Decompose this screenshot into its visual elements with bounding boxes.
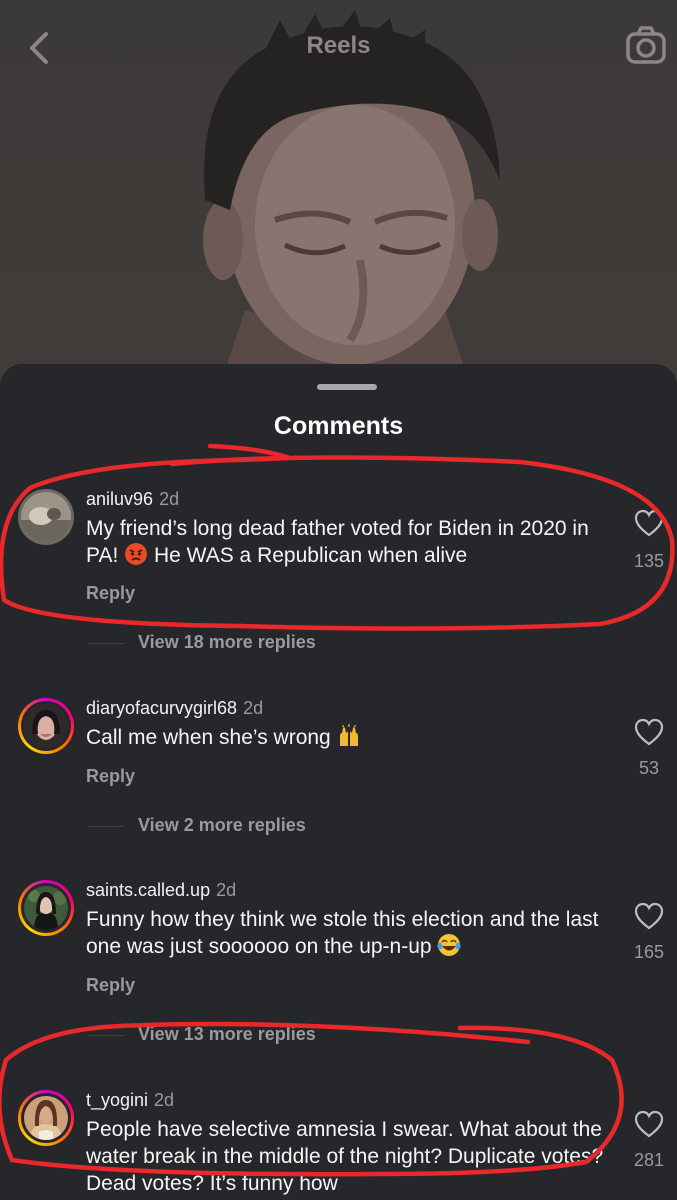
raising-hands-icon [339,724,358,746]
comment-text-part: Funny how they think we stole this elect… [86,908,599,958]
reel-video[interactable]: Reels [0,0,677,380]
avatar-ring-gap [21,883,71,933]
comment-text-part: Call me when she’s wrong [86,726,331,749]
avatar[interactable] [18,1090,74,1146]
comment-age: 2d [243,698,264,718]
reply-button[interactable]: Reply [86,766,135,787]
reels-top-bar: Reels [0,0,677,96]
view-more-replies[interactable]: View 18 more replies [138,632,316,653]
avatar[interactable] [18,489,74,545]
avatar[interactable] [18,698,74,754]
comment-text: People have selective amnesia I swear. W… [86,1116,606,1197]
heart-icon[interactable] [634,718,664,746]
comment-username[interactable]: diaryofacurvygirl68 [86,698,237,718]
reply-button[interactable]: Reply [86,583,135,604]
avatar-ring-gap [21,701,71,751]
avatar[interactable] [18,880,74,936]
comment-text: Call me when she’s wrong [86,724,606,751]
avatar-image [24,704,68,748]
avatar-image [24,886,68,930]
comment-meta: saints.called.up 2d [86,880,236,901]
comment-text-part: He WAS a Republican when alive [153,544,468,567]
comment-age: 2d [159,489,180,509]
reply-button[interactable]: Reply [86,975,135,996]
avatar-image [21,492,71,542]
comment-username[interactable]: aniluv96 [86,489,153,509]
laughing-tears-icon [437,934,461,956]
comments-sheet: Comments aniluv96 2d My friend’s long dea… [0,364,677,1200]
sheet-title: Comments [273,412,404,440]
comment-meta: t_yogini 2d [86,1090,174,1111]
comment-text: My friend’s long dead father voted for B… [86,515,606,569]
comment-text: Funny how they think we stole this elect… [86,906,606,960]
replies-divider [88,1035,124,1036]
like-count: 165 [633,942,665,962]
avatar-image [24,1096,68,1140]
replies-divider [88,826,124,827]
avatar-ring-gap [21,1093,71,1143]
page-title: Reels [306,32,371,59]
angry-face-icon [125,543,148,565]
like-count: 281 [633,1150,665,1170]
comment-age: 2d [154,1090,175,1110]
heart-icon[interactable] [634,1110,664,1138]
comment-username[interactable]: saints.called.up [86,880,210,900]
like-count: 135 [633,551,665,571]
heart-icon[interactable] [634,509,664,537]
heart-icon[interactable] [634,902,664,930]
replies-divider [88,643,124,644]
comment-meta: aniluv96 2d [86,489,179,510]
like-count: 53 [638,758,660,778]
comment-meta: diaryofacurvygirl68 2d [86,698,263,719]
view-more-replies[interactable]: View 13 more replies [138,1024,316,1045]
comment-age: 2d [216,880,237,900]
sheet-grabber[interactable] [317,384,377,390]
comment-username[interactable]: t_yogini [86,1090,148,1110]
camera-icon[interactable] [624,24,668,68]
view-more-replies[interactable]: View 2 more replies [138,815,306,836]
